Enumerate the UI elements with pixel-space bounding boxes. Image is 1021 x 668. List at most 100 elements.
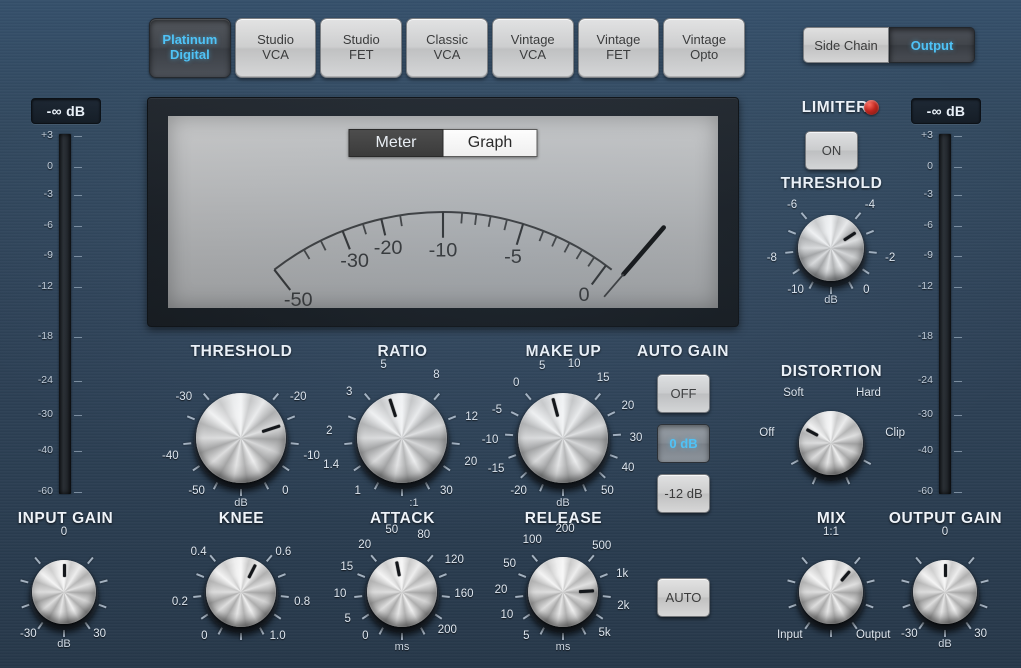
model-button-6[interactable]: Vintage Opto — [663, 18, 746, 78]
meter-minor-tick — [487, 215, 492, 228]
model-button-line2: FET — [606, 47, 631, 62]
meter-scale-label: 0 — [47, 160, 53, 173]
meter-minor-tick — [362, 223, 367, 235]
meter-scale-label: -12 — [37, 279, 53, 292]
model-button-line1: Studio — [257, 32, 295, 48]
knob-cap[interactable] — [798, 215, 864, 281]
knob-unit-label: dB — [938, 638, 952, 650]
knob-cap[interactable] — [799, 560, 863, 624]
meter-scale-label: 0 — [927, 160, 933, 173]
model-button-4[interactable]: Vintage VCA — [491, 18, 574, 78]
output-button[interactable]: Output — [889, 27, 975, 63]
meter-tab[interactable]: Meter — [348, 129, 444, 157]
meter-minor-tick — [399, 215, 403, 227]
knob-scale-label: 5 — [380, 359, 387, 372]
knob-scale-label: 1k — [616, 568, 629, 581]
model-button-0[interactable]: Platinum Digital — [149, 18, 231, 78]
auto-button[interactable]: AUTO — [657, 578, 710, 617]
knob-cap[interactable] — [357, 393, 447, 483]
meter-minor-tick — [575, 249, 583, 260]
auto-gain-off-button[interactable]: OFF — [657, 374, 710, 413]
knob-cap[interactable] — [196, 393, 286, 483]
graph-tab-label: Graph — [467, 134, 513, 151]
model-button-1[interactable]: Studio VCA — [234, 18, 317, 78]
limiter-on-button[interactable]: ON — [805, 131, 858, 170]
meter-housing: Meter Graph -50 -30 -20 -10 -5 0 — [147, 97, 739, 327]
meter-scale-label: -40 — [917, 444, 933, 457]
knob-scale-label: -10 — [481, 434, 499, 447]
meter-scale-tick — [954, 337, 962, 339]
meter-graph-toggle: Meter Graph — [348, 129, 538, 157]
auto-gain-0db-button[interactable]: 0 dB — [657, 424, 710, 463]
meter-scale-label: -10 — [429, 240, 458, 262]
knob-cap[interactable] — [206, 557, 276, 627]
meter-major-tick — [273, 269, 292, 291]
limiter-on-label: ON — [821, 143, 842, 158]
side-chain-button[interactable]: Side Chain — [803, 27, 889, 63]
knob-scale-label: 1:1 — [823, 526, 839, 538]
meter-minor-tick — [303, 249, 311, 260]
meter-scale-tick — [954, 167, 962, 169]
knob-scale-label: 50 — [503, 557, 517, 570]
knob-cap[interactable] — [799, 411, 863, 475]
threshold-knob[interactable]: -50 -40 -30 -20 -10 0 dB — [162, 359, 320, 517]
meter-scale-label: -30 — [37, 408, 53, 421]
model-button-5[interactable]: Vintage FET — [577, 18, 660, 78]
knob-scale-label: 0.8 — [294, 595, 311, 608]
ratio-knob[interactable]: 1 1.4 2 3 5 8 12 20 30:1 — [323, 359, 481, 517]
knob-unit-label: dB — [556, 497, 570, 509]
knob-unit-label: ms — [394, 641, 410, 653]
input-gain-knob[interactable]: -30 0 30 dB — [0, 526, 130, 658]
auto-gain-minus12db-button[interactable]: -12 dB — [657, 474, 710, 513]
input-level-value: -∞ dB — [46, 103, 86, 119]
meter-scale-label: -3 — [43, 188, 53, 201]
meter-major-tick — [590, 264, 607, 286]
limiter-led-icon — [864, 100, 879, 115]
knob-scale-label: 0.2 — [171, 595, 188, 608]
knob-scale-label: 10 — [333, 587, 347, 600]
model-button-line1: Vintage — [510, 32, 555, 48]
meter-scale-label: -24 — [917, 373, 933, 386]
graph-tab[interactable]: Graph — [443, 129, 538, 157]
meter-scale-label: -18 — [917, 330, 933, 343]
knob-scale-label: 30 — [629, 432, 643, 444]
attack-knob[interactable]: 0 5 10 15 20 50 80 120 160 200 ms — [333, 523, 474, 661]
meter-scale-tick — [74, 380, 82, 382]
knob-scale-label: 200 — [437, 624, 457, 637]
output-gain-knob[interactable]: -30 0 30 dB — [879, 526, 1011, 658]
meter-minor-tick — [460, 212, 464, 224]
knob-scale-label: 1 — [354, 484, 361, 497]
distortion-knob[interactable]: Off Soft Hard Clip — [759, 377, 905, 509]
output-level-meter — [939, 134, 951, 494]
output-level-value: -∞ dB — [926, 103, 966, 119]
knob-scale-label: 500 — [592, 540, 612, 553]
knob-scale-label: 20 — [494, 584, 508, 596]
meter-scale-label: 0 — [579, 284, 590, 306]
knob-scale-label: 20 — [358, 538, 372, 551]
meter-scale-label: -18 — [37, 330, 53, 343]
release-knob[interactable]: 5 10 20 50 100 200 500 1k 2k 5k ms — [494, 523, 632, 661]
knob-scale-label: 2k — [617, 599, 630, 612]
model-button-3[interactable]: Classic VCA — [406, 18, 488, 78]
meter-scale-tick — [954, 256, 962, 258]
output-label: Output — [910, 37, 954, 53]
knob-cap[interactable] — [367, 557, 437, 627]
meter-scale-tick — [74, 492, 82, 493]
knob-scale-label: -5 — [491, 403, 503, 416]
meter-scale-tick — [954, 492, 962, 493]
knob-cap[interactable] — [518, 393, 608, 483]
model-button-2[interactable]: Studio FET — [320, 18, 403, 78]
make-up-knob[interactable]: -20 -15 -10 -5 0 5 10 15 20 30 40 50 dB — [481, 358, 643, 517]
model-button-line1: Vintage — [682, 32, 727, 48]
knob-scale-label: 15 — [340, 561, 354, 573]
meter-scale-tick — [954, 136, 962, 137]
knob-scale-label: 5k — [598, 627, 611, 639]
knee-knob[interactable]: 0 0.2 0.4 0.6 0.8 1.0 — [172, 523, 310, 661]
knob-unit-label: dB — [824, 294, 838, 306]
meter-scale-label: -50 — [284, 289, 313, 308]
limiter-threshold-knob[interactable]: -10 -8 -6 -4 -2 0 dB — [764, 181, 898, 315]
meter-scale-tick — [954, 195, 962, 197]
mix-knob[interactable]: 1:1 Input Output — [765, 526, 897, 658]
meter-scale-label: -6 — [923, 218, 933, 231]
knob-scale-label: 5 — [523, 629, 530, 642]
